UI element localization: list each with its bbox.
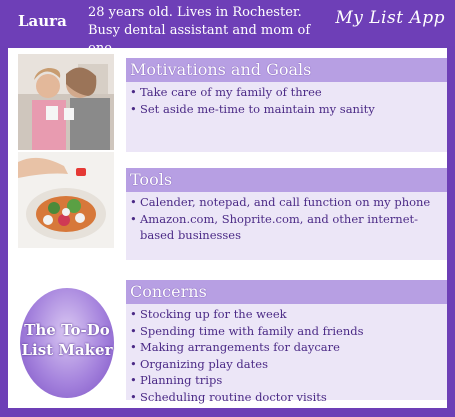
- section-title-tools: Tools: [126, 168, 447, 192]
- section-motivations: Motivations and Goals Take care of my fa…: [126, 58, 447, 152]
- section-title-motivations: Motivations and Goals: [126, 58, 447, 82]
- persona-card: Laura 28 years old. Lives in Rochester. …: [0, 0, 455, 417]
- persona-name: Laura: [18, 12, 67, 30]
- list-item: Take care of my family of three: [130, 84, 441, 101]
- header-bar: Laura 28 years old. Lives in Rochester. …: [0, 0, 455, 56]
- list-item: Organizing play dates: [130, 356, 441, 373]
- content-panel: Motivations and Goals Take care of my fa…: [8, 48, 447, 408]
- cooking-food-photo: [18, 152, 114, 248]
- bio-line-1: 28 years old. Lives in Rochester.: [88, 5, 302, 20]
- app-logo: My List App: [335, 8, 445, 28]
- badge-line-2: List Maker: [21, 341, 113, 359]
- section-title-concerns: Concerns: [126, 280, 447, 304]
- list-item: Amazon.com, Shoprite.com, and other inte…: [130, 211, 441, 244]
- tools-list: Calender, notepad, and call function on …: [126, 192, 447, 244]
- persona-badge-label: The To-Do List Maker: [8, 320, 126, 360]
- list-item: Stocking up for the week: [130, 306, 441, 323]
- list-item: Spending time with family and friends: [130, 323, 441, 340]
- badge-line-1: The To-Do: [24, 321, 110, 339]
- list-item: Scheduling routine doctor visits: [130, 389, 441, 406]
- list-item: Calender, notepad, and call function on …: [130, 194, 441, 211]
- list-item: Planning trips: [130, 372, 441, 389]
- list-item: Set aside me-time to maintain my sanity: [130, 101, 441, 118]
- motivations-list: Take care of my family of three Set asid…: [126, 82, 447, 117]
- section-tools: Tools Calender, notepad, and call functi…: [126, 168, 447, 260]
- concerns-list: Stocking up for the week Spending time w…: [126, 304, 447, 405]
- section-concerns: Concerns Stocking up for the week Spendi…: [126, 280, 447, 405]
- mother-daughter-photo: [18, 54, 114, 150]
- list-item: Making arrangements for daycare: [130, 339, 441, 356]
